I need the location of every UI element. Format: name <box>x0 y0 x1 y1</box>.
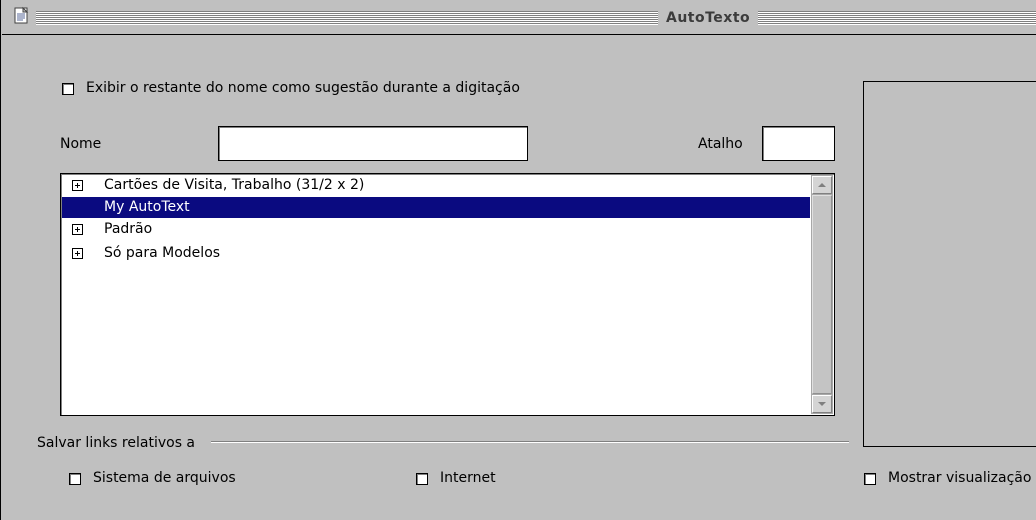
arrow-up-icon <box>818 183 826 187</box>
list-item[interactable]: My AutoText <box>62 197 810 218</box>
list-item-label: My AutoText <box>104 199 190 215</box>
internet-checkbox-label[interactable]: Internet <box>440 469 496 487</box>
arrow-down-icon <box>818 402 826 406</box>
window-title: AutoTexto <box>658 8 759 28</box>
shortcut-input[interactable] <box>762 126 835 161</box>
scroll-up-button[interactable] <box>812 176 832 194</box>
preview-pane <box>863 81 1036 447</box>
links-section-title: Salvar links relativos a <box>37 435 196 451</box>
filesystem-checkbox-label[interactable]: Sistema de arquivos <box>93 469 236 487</box>
list-item-label: Padrão <box>104 221 153 237</box>
list-scrollbar[interactable] <box>811 175 833 414</box>
show-preview-label[interactable]: Mostrar visualização <box>888 469 1031 487</box>
name-label: Nome <box>60 136 102 152</box>
scroll-down-button[interactable] <box>812 395 832 413</box>
list-item-label: Cartões de Visita, Trabalho (31/2 x 2) <box>104 177 365 193</box>
expand-plus-icon[interactable] <box>72 248 83 259</box>
list-item-label: Só para Modelos <box>104 245 221 261</box>
shortcut-label: Atalho <box>698 136 743 152</box>
expand-plus-icon[interactable] <box>72 180 83 191</box>
autotext-dialog: AutoTexto Exibir o restante do nome como… <box>0 0 1036 520</box>
title-bar-stripes <box>36 11 1036 25</box>
autotext-category-list[interactable]: Cartões de Visita, Trabalho (31/2 x 2) M… <box>60 173 835 416</box>
show-preview-checkbox[interactable] <box>864 473 876 485</box>
name-input[interactable] <box>218 126 528 161</box>
filesystem-checkbox[interactable] <box>69 473 81 485</box>
list-item[interactable]: Só para Modelos <box>62 243 810 264</box>
section-divider <box>211 441 849 443</box>
title-bar[interactable]: AutoTexto <box>2 0 1036 35</box>
scroll-thumb[interactable] <box>812 195 832 394</box>
document-icon[interactable] <box>12 6 32 26</box>
suggest-checkbox-label[interactable]: Exibir o restante do nome como sugestão … <box>86 79 520 97</box>
list-item[interactable]: Padrão <box>62 219 810 240</box>
suggest-checkbox[interactable] <box>62 83 74 95</box>
internet-checkbox[interactable] <box>416 473 428 485</box>
list-item[interactable]: Cartões de Visita, Trabalho (31/2 x 2) <box>62 175 810 196</box>
expand-plus-icon[interactable] <box>72 224 83 235</box>
